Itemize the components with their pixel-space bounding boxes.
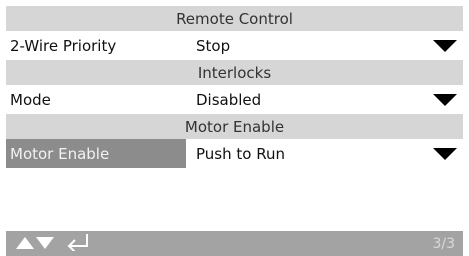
up-arrow-icon[interactable]: [16, 234, 34, 253]
setting-value: Push to Run: [196, 144, 285, 163]
setting-label: Mode: [10, 90, 51, 109]
footer-bar: 3/3: [6, 231, 463, 256]
section-header-motor-enable: Motor Enable: [6, 114, 463, 139]
enter-icon[interactable]: [66, 233, 90, 255]
dropdown-arrow-icon[interactable]: [433, 93, 457, 106]
down-arrow-icon[interactable]: [36, 234, 54, 253]
dropdown-arrow-icon[interactable]: [433, 39, 457, 52]
section-header-interlocks: Interlocks: [6, 60, 463, 85]
setting-label: 2-Wire Priority: [10, 36, 117, 55]
setting-row-motor-enable[interactable]: Motor Enable Push to Run: [6, 139, 463, 168]
setting-value-dropdown[interactable]: Push to Run: [186, 139, 463, 168]
settings-screen: Remote Control 2-Wire Priority Stop Inte…: [0, 0, 469, 256]
setting-row-mode[interactable]: Mode Disabled: [6, 85, 463, 114]
setting-value: Stop: [196, 36, 231, 55]
navigation-keys: [6, 233, 90, 255]
section-title: Interlocks: [197, 63, 272, 82]
setting-row-2-wire-priority[interactable]: 2-Wire Priority Stop: [6, 31, 463, 60]
section-header-remote-control: Remote Control: [6, 6, 463, 31]
setting-value: Disabled: [196, 90, 262, 109]
section-title: Motor Enable: [184, 117, 285, 136]
setting-value-dropdown[interactable]: Stop: [186, 31, 463, 60]
setting-label: Motor Enable: [6, 139, 186, 168]
page-indicator: 3/3: [432, 235, 455, 252]
section-title: Remote Control: [176, 9, 293, 28]
setting-value-dropdown[interactable]: Disabled: [186, 85, 463, 114]
dropdown-arrow-icon[interactable]: [433, 147, 457, 160]
